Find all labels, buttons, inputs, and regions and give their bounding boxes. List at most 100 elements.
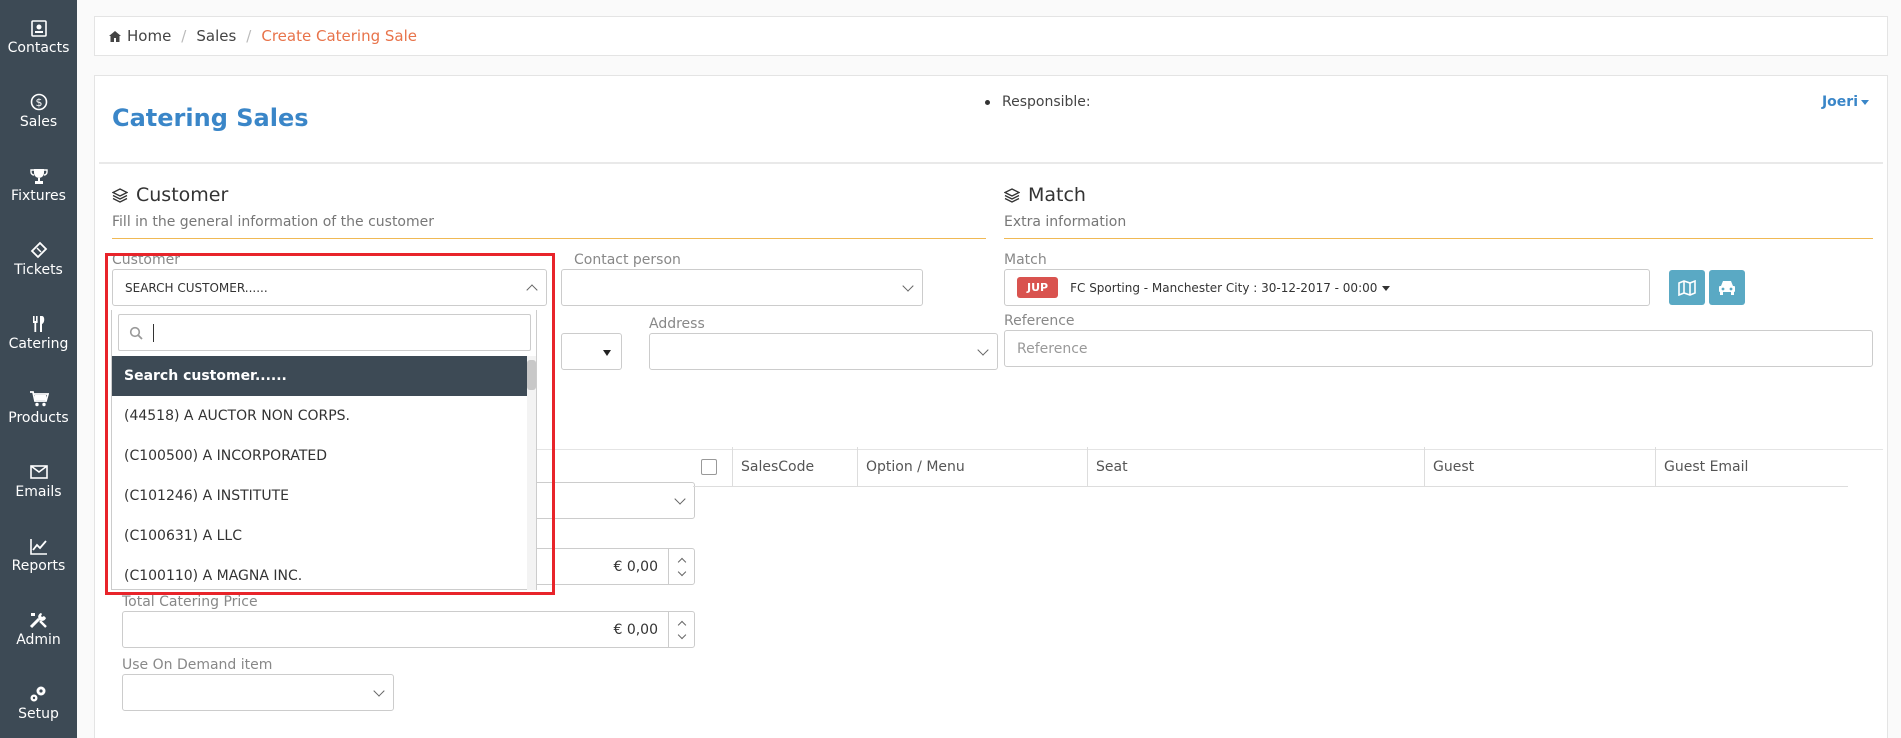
col-salescode[interactable]: SalesCode bbox=[733, 447, 858, 486]
total-catering-price-input[interactable]: € 0,00 bbox=[122, 611, 695, 648]
chevron-down-icon bbox=[674, 493, 686, 505]
cart-icon bbox=[28, 388, 50, 408]
sidebar-item-emails[interactable]: Emails bbox=[0, 444, 77, 518]
sidebar-item-products[interactable]: Products bbox=[0, 370, 77, 444]
caret-down-icon bbox=[603, 350, 611, 356]
col-guest-email[interactable]: Guest Email bbox=[1656, 447, 1848, 486]
col-option-menu[interactable]: Option / Menu bbox=[858, 447, 1088, 486]
sidebar-item-label: Contacts bbox=[7, 40, 70, 56]
sidebar-item-reports[interactable]: Reports bbox=[0, 518, 77, 592]
chevron-down-icon bbox=[902, 280, 914, 292]
map-button[interactable] bbox=[1669, 270, 1705, 305]
gears-icon bbox=[28, 684, 50, 704]
bullet-icon bbox=[985, 99, 990, 105]
match-select[interactable]: JUP FC Sporting - Manchester City : 30-1… bbox=[1004, 269, 1650, 306]
on-demand-label: Use On Demand item bbox=[122, 657, 273, 673]
dollar-icon: $ bbox=[28, 92, 50, 112]
col-guest[interactable]: Guest bbox=[1425, 447, 1656, 486]
col-seat[interactable]: Seat bbox=[1088, 447, 1425, 486]
reference-label: Reference bbox=[1004, 313, 1075, 329]
sidebar-item-label: Fixtures bbox=[11, 188, 66, 204]
breadcrumb-separator: / bbox=[181, 27, 187, 45]
sidebar-item-contacts[interactable]: Contacts bbox=[0, 0, 77, 74]
chart-icon bbox=[28, 536, 50, 556]
sidebar-item-label: Reports bbox=[11, 558, 66, 574]
breadcrumb-home[interactable]: Home bbox=[127, 27, 171, 45]
match-section-title: Match bbox=[1004, 184, 1086, 206]
customer-section-rule bbox=[112, 238, 986, 239]
match-value: FC Sporting - Manchester City : 30-12-20… bbox=[1070, 280, 1391, 295]
secondary-select[interactable] bbox=[561, 333, 622, 370]
chevron-down-icon bbox=[977, 344, 989, 356]
breadcrumb-current: Create Catering Sale bbox=[261, 27, 417, 45]
contact-book-icon bbox=[28, 18, 50, 38]
reference-input[interactable]: Reference bbox=[1004, 330, 1873, 367]
customer-section-title: Customer bbox=[112, 184, 228, 206]
address-label: Address bbox=[649, 316, 705, 332]
match-section-subtitle: Extra information bbox=[1004, 214, 1127, 230]
trophy-icon bbox=[28, 166, 50, 186]
sidebar-item-fixtures[interactable]: Fixtures bbox=[0, 148, 77, 222]
address-select[interactable] bbox=[649, 333, 998, 370]
sidebar-item-label: Emails bbox=[15, 484, 62, 500]
envelope-icon bbox=[28, 462, 50, 482]
user-name: Joeri bbox=[1821, 94, 1858, 110]
user-menu[interactable]: Joeri bbox=[1822, 94, 1869, 110]
price-stepper[interactable] bbox=[668, 549, 694, 584]
breadcrumb-separator: / bbox=[246, 27, 252, 45]
breadcrumb-sales[interactable]: Sales bbox=[196, 27, 236, 45]
layers-icon bbox=[112, 187, 128, 203]
caret-down-icon bbox=[1382, 285, 1391, 291]
select-all-checkbox[interactable] bbox=[701, 458, 717, 475]
sales-table-header: SalesCode Option / Menu Seat Guest Guest… bbox=[693, 447, 1848, 487]
map-icon bbox=[1678, 279, 1696, 296]
svg-text:$: $ bbox=[35, 96, 42, 109]
chevron-down-icon bbox=[677, 567, 686, 576]
title-divider bbox=[99, 162, 1883, 164]
sidebar-item-catering[interactable]: Catering bbox=[0, 296, 77, 370]
sidebar: Contacts $ Sales Fixtures Tickets Cateri… bbox=[0, 0, 77, 738]
transport-button[interactable] bbox=[1709, 270, 1745, 305]
chevron-up-icon bbox=[677, 557, 686, 566]
sidebar-item-label: Tickets bbox=[14, 262, 63, 278]
sidebar-item-label: Products bbox=[8, 410, 69, 426]
total-catering-price-label: Total Catering Price bbox=[122, 594, 258, 610]
sidebar-item-tickets[interactable]: Tickets bbox=[0, 222, 77, 296]
customer-title-text: Customer bbox=[136, 184, 229, 206]
contact-person-label: Contact person bbox=[574, 252, 681, 268]
cutlery-icon bbox=[28, 314, 50, 334]
chevron-up-icon bbox=[677, 620, 686, 629]
sidebar-item-label: Catering bbox=[8, 336, 69, 352]
match-value-text: FC Sporting - Manchester City : 30-12-20… bbox=[1070, 280, 1378, 295]
match-title-text: Match bbox=[1028, 184, 1086, 206]
sidebar-item-sales[interactable]: $ Sales bbox=[0, 74, 77, 148]
sidebar-item-label: Admin bbox=[16, 632, 61, 648]
responsible-label: Responsible: bbox=[1002, 94, 1091, 110]
sidebar-item-admin[interactable]: Admin bbox=[0, 592, 77, 666]
reference-placeholder: Reference bbox=[1017, 340, 1088, 357]
home-icon bbox=[109, 30, 121, 42]
chevron-down-icon bbox=[373, 685, 385, 697]
chevron-down-icon bbox=[677, 630, 686, 639]
contact-person-select[interactable] bbox=[561, 269, 923, 306]
responsible-info: Responsible: bbox=[985, 94, 1091, 110]
match-label: Match bbox=[1004, 252, 1047, 268]
customer-section-subtitle: Fill in the general information of the c… bbox=[112, 214, 434, 230]
total-price-stepper[interactable] bbox=[668, 612, 694, 647]
on-demand-select[interactable] bbox=[122, 674, 394, 711]
total-price-value: € 0,00 bbox=[613, 621, 658, 638]
caret-down-icon bbox=[1861, 99, 1869, 105]
breadcrumb: Home / Sales / Create Catering Sale bbox=[94, 16, 1888, 56]
ticket-icon bbox=[28, 240, 50, 260]
layers-icon bbox=[1004, 187, 1020, 203]
match-section-rule bbox=[1004, 238, 1873, 239]
page-title: Catering Sales bbox=[112, 104, 309, 132]
car-icon bbox=[1719, 281, 1735, 295]
tools-icon bbox=[28, 610, 50, 630]
match-badge: JUP bbox=[1017, 277, 1059, 298]
sidebar-item-label: Sales bbox=[19, 114, 58, 130]
sidebar-item-setup[interactable]: Setup bbox=[0, 666, 77, 738]
highlight-frame bbox=[105, 253, 555, 595]
sidebar-item-label: Setup bbox=[18, 706, 59, 722]
price-value: € 0,00 bbox=[613, 558, 658, 575]
